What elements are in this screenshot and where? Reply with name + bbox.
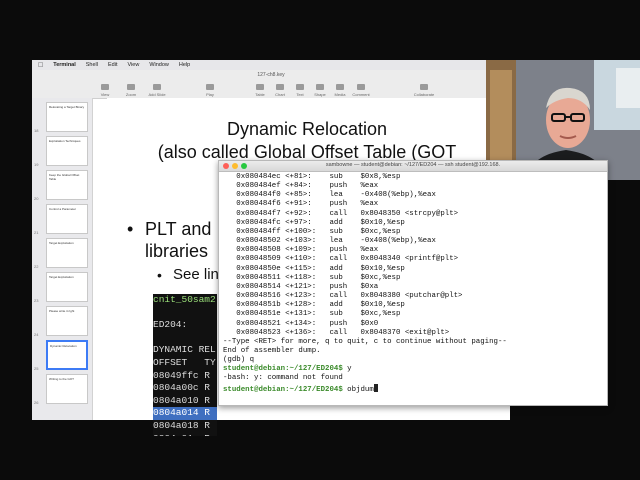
media-icon <box>336 84 344 90</box>
slide-terminal-line: 0804a00c R <box>153 382 211 394</box>
menu-view[interactable]: View <box>127 62 139 68</box>
apple-icon[interactable]:  <box>38 62 43 69</box>
slide-number: 18 <box>34 128 39 133</box>
table-icon <box>256 84 264 90</box>
command-text: y <box>342 365 352 374</box>
menu-terminal[interactable]: Terminal <box>53 62 76 68</box>
add-slide-icon <box>153 84 161 90</box>
terminal-line: 0x080484f6 <+91>: push %eax <box>223 200 379 209</box>
slide-number: 19 <box>34 162 39 167</box>
toolbar-view-button[interactable]: View <box>92 84 118 97</box>
menubar:  Terminal Shell Edit View Window Help <box>32 60 510 70</box>
toolbar-collaborate-button[interactable]: Collaborate <box>407 84 441 97</box>
slide-number: 24 <box>34 332 39 337</box>
shell-prompt: student@debian:~/127/ED204$ <box>223 385 343 394</box>
slide-number: 20 <box>34 196 39 201</box>
slide-thumbnail[interactable]: Please write it right <box>46 306 88 336</box>
slide-thumbnail[interactable]: Writing to the GOT <box>46 374 88 404</box>
slide-title: Dynamic Relocation (also called Global O… <box>157 119 457 162</box>
slide-number: 26 <box>34 400 39 405</box>
slide-number: 21 <box>34 230 39 235</box>
bullet-dot: • <box>127 219 134 239</box>
terminal-line: 0x080484ef <+84>: push %eax <box>223 182 379 191</box>
terminal-line: -bash: y: command not found <box>223 374 343 383</box>
slide-terminal-line <box>153 332 217 345</box>
terminal-line: 0x0804850e <+115>: add $0x10,%esp <box>223 264 405 273</box>
slide-navigator: 18 Relocating a Target Binary 19 Exploit… <box>32 98 93 420</box>
toolbar-add-slide-button[interactable]: Add Slide <box>144 84 170 97</box>
slide-thumbnail[interactable]: Relocating a Target Binary <box>46 102 88 132</box>
sub-bullet-dot: • <box>157 267 162 283</box>
menu-shell[interactable]: Shell <box>86 62 98 68</box>
terminal-line: 0x080484fc <+97>: add $0x10,%esp <box>223 218 405 227</box>
terminal-line: 0x08048516 <+123>: call 0x8048380 <putch… <box>223 292 463 301</box>
slide-terminal-line: 0804a010 R <box>153 394 211 406</box>
terminal-line: 0x080484f0 <+85>: lea -0x408(%ebp),%eax <box>223 191 436 200</box>
terminal-line: 0x08048523 <+136>: call 0x8048370 <exit@… <box>223 328 450 337</box>
slide-thumbnail[interactable]: Target Exploitation <box>46 238 88 268</box>
toolbar-zoom-button[interactable]: Zoom <box>118 84 144 97</box>
terminal-line: 0x0804851b <+128>: add $0x10,%esp <box>223 301 405 310</box>
terminal-line: 0x080484f7 <+92>: call 0x8048350 <strcpy… <box>223 209 459 218</box>
terminal-line: 0x08048514 <+121>: push $0xa <box>223 282 379 291</box>
terminal-line: 0x08048511 <+118>: sub $0xc,%esp <box>223 273 401 282</box>
terminal-title: sambowne — student@debian: ~/127/ED204 —… <box>325 162 501 168</box>
toolbar-play-button[interactable]: Play <box>197 84 223 97</box>
slide-thumbnail[interactable]: Keep the Global Offset Table <box>46 170 88 200</box>
slide-terminal-line: DYNAMIC REL <box>153 344 216 356</box>
terminal-title-bar[interactable]: sambowne — student@debian: ~/127/ED204 —… <box>219 161 607 172</box>
collaborate-icon <box>420 84 428 90</box>
toolbar-comment-button[interactable]: Comment <box>348 84 374 97</box>
slide-terminal-line <box>153 307 217 320</box>
terminal-line: 0x08048509 <+110>: call 0x8048340 <print… <box>223 255 459 264</box>
slide-number: 25 <box>34 366 39 371</box>
slide-thumbnail[interactable]: Control a Parameter <box>46 204 88 234</box>
zoom-icon <box>127 84 135 90</box>
text-cursor <box>373 383 378 392</box>
terminal-window[interactable]: sambowne — student@debian: ~/127/ED204 —… <box>218 160 608 406</box>
menu-window[interactable]: Window <box>149 62 169 68</box>
slide-terminal-line: OFFSET TY <box>153 356 216 368</box>
terminal-line: End of assembler dump. <box>223 346 321 355</box>
terminal-line: 0x08048521 <+134>: push $0x0 <box>223 319 379 328</box>
slide-thumbnail-selected[interactable]: Dynamic Relocation <box>46 340 88 370</box>
terminal-line: 0x0804851e <+131>: sub $0xc,%esp <box>223 310 401 319</box>
comment-icon <box>357 84 365 90</box>
bullet-text: PLT and libraries <box>145 219 212 261</box>
terminal-lines: 0x080484ec <+81>: sub $0x8,%esp 0x080484… <box>223 173 605 365</box>
terminal-line: 0x080484ff <+100>: sub $0xc,%esp <box>223 227 401 236</box>
slide-thumbnail[interactable]: Target Exploitation <box>46 272 88 302</box>
slide-terminal-line: 0804a018 R <box>153 419 211 431</box>
play-icon <box>206 84 214 90</box>
view-icon <box>101 84 109 90</box>
command-input[interactable]: objdum <box>343 386 374 394</box>
chart-icon <box>276 84 284 90</box>
slide-terminal-screenshot: cnit_50sam2 ED204: DYNAMIC REL OFFSET TY 0… <box>153 294 217 436</box>
terminal-line: --Type <RET> for more, q to quit, c to c… <box>223 337 507 346</box>
slide-number: 22 <box>34 264 39 269</box>
slide-terminal-line: cnit_50sam2 <box>153 294 216 305</box>
keynote-file-title: 127-ch8.key <box>257 72 285 78</box>
terminal-line: (gdb) q <box>223 356 255 365</box>
terminal-line: 0x08048502 <+103>: lea -0x408(%ebp),%eax <box>223 237 436 246</box>
slide-terminal-line: 0804a01c R <box>153 433 217 436</box>
slide-terminal-line: 08049ffc R <box>153 369 211 381</box>
text-icon <box>296 84 304 90</box>
menu-help[interactable]: Help <box>179 62 190 68</box>
slide-thumbnail[interactable]: Exploitation Techniques <box>46 136 88 166</box>
slide-number: 23 <box>34 298 39 303</box>
terminal-line: student@debian:~/127/ED204$ y <box>223 365 605 374</box>
terminal-line: 0x080484ec <+81>: sub $0x8,%esp <box>223 173 401 181</box>
terminal-output[interactable]: 0x080484ec <+81>: sub $0x8,%esp 0x080484… <box>223 173 605 403</box>
shape-icon <box>316 84 324 90</box>
keynote-toolbar: 127-ch8.key View Zoom Add Slide Play Tab… <box>32 70 510 99</box>
slide-terminal-line: 0804a014 R <box>153 407 217 420</box>
terminal-line: student@debian:~/127/ED204$ objdum <box>223 383 605 395</box>
terminal-line: 0x08048508 <+109>: push %eax <box>223 246 379 255</box>
shell-prompt: student@debian:~/127/ED204$ <box>223 365 343 374</box>
sub-bullet-text: See lin <box>173 266 219 283</box>
slide-terminal-line: ED204: <box>153 319 188 331</box>
menu-edit[interactable]: Edit <box>108 62 117 68</box>
